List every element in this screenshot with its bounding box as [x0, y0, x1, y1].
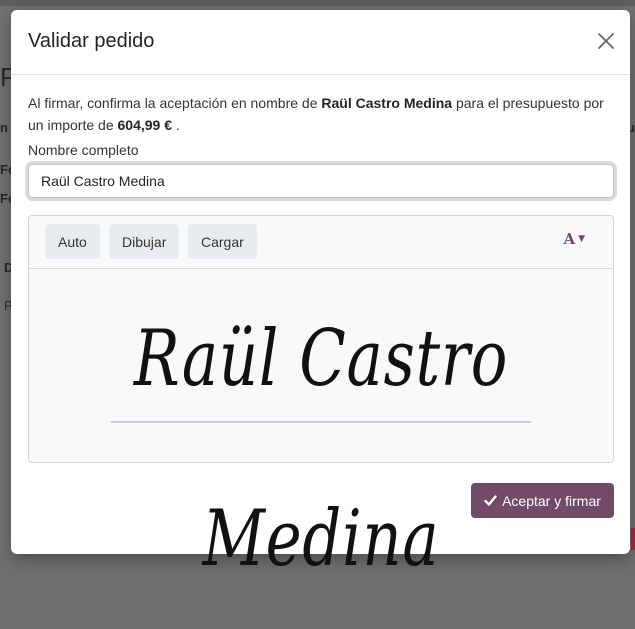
confirm-prefix: Al firmar, confirma la aceptación en nom… [28, 95, 318, 111]
full-name-label: Nombre completo [28, 142, 139, 158]
accept-and-sign-button[interactable]: Aceptar y firmar [471, 483, 614, 518]
check-icon [484, 494, 497, 507]
accept-button-label: Aceptar y firmar [502, 492, 601, 509]
signature-mode-auto[interactable]: Auto [45, 224, 100, 259]
dialog-header: Validar pedido [11, 10, 630, 75]
signature-baseline [111, 421, 531, 423]
dialog-body: Al firmar, confirma la aceptación en nom… [11, 75, 630, 584]
background-top-bar [0, 0, 635, 6]
signature-mode-draw[interactable]: Dibujar [109, 224, 180, 259]
confirm-suffix: . [175, 117, 180, 133]
signature-preview: Raül Castro Medina [133, 314, 509, 584]
signature-panel: Auto Dibujar Cargar A ▼ Raül Castro Medin… [28, 215, 614, 584]
full-name-input[interactable] [28, 164, 614, 198]
dialog-title: Validar pedido [28, 30, 155, 52]
signer-name: Raül Castro Medina [321, 95, 453, 111]
close-icon[interactable] [596, 31, 616, 51]
validate-order-dialog: Validar pedido Al firmar, confirma la ac… [11, 10, 630, 584]
font-selector[interactable]: A ▼ [563, 230, 585, 248]
confirmation-text: Al firmar, confirma la aceptación en nom… [28, 92, 613, 136]
font-icon: A [563, 230, 576, 248]
caret-down-icon: ▼ [578, 234, 585, 244]
background-text-fragment: n [0, 120, 8, 135]
signature-canvas[interactable]: Raül Castro Medina [29, 269, 613, 584]
signature-mode-upload[interactable]: Cargar [188, 224, 257, 259]
order-amount: 604,99 € [117, 117, 173, 133]
background-accent [631, 528, 635, 550]
signature-toolbar: Auto Dibujar Cargar A ▼ [29, 216, 613, 269]
